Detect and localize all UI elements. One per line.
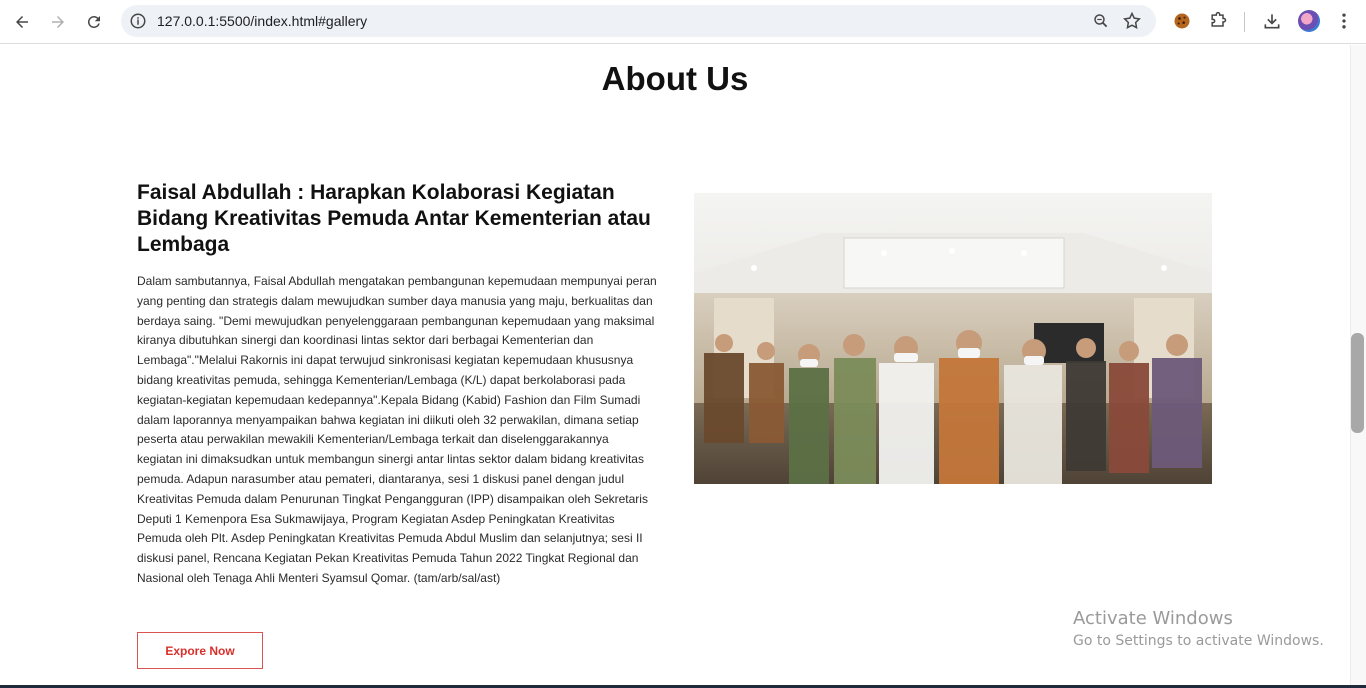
event-photo	[694, 193, 1212, 484]
url-text[interactable]: 127.0.0.1:5500/index.html#gallery	[157, 13, 367, 29]
forward-arrow-icon[interactable]	[44, 8, 72, 36]
cookie-extension-icon[interactable]	[1172, 11, 1192, 31]
explore-now-button[interactable]: Expore Now	[137, 632, 263, 669]
back-arrow-icon[interactable]	[8, 8, 36, 36]
windows-activation-watermark: Activate Windows Go to Settings to activ…	[1073, 608, 1324, 649]
address-bar[interactable]: 127.0.0.1:5500/index.html#gallery	[121, 5, 1156, 37]
watermark-line-1: Activate Windows	[1073, 608, 1233, 629]
group-photo-image	[694, 193, 1212, 484]
vertical-scrollbar-thumb[interactable]	[1351, 333, 1364, 433]
watermark-line-2: Go to Settings to activate Windows.	[1073, 633, 1324, 649]
profile-avatar[interactable]	[1298, 10, 1320, 32]
section-title: About Us	[601, 60, 749, 97]
article-title: Faisal Abdullah : Harapkan Kolaborasi Ke…	[137, 181, 651, 256]
toolbar-divider	[1244, 12, 1245, 32]
zoom-icon[interactable]	[1092, 12, 1110, 30]
bookmark-star-icon[interactable]	[1122, 11, 1142, 31]
reload-icon[interactable]	[80, 8, 108, 36]
article-body: Dalam sambutannya, Faisal Abdullah menga…	[137, 274, 657, 585]
more-menu-icon[interactable]	[1334, 11, 1354, 31]
browser-toolbar: 127.0.0.1:5500/index.html#gallery	[0, 0, 1366, 44]
extensions-puzzle-icon[interactable]	[1208, 11, 1228, 31]
download-icon[interactable]	[1262, 11, 1282, 31]
site-info-icon[interactable]	[129, 12, 147, 30]
page-content: About Us Faisal Abdullah : Harapkan Kola…	[0, 45, 1350, 688]
